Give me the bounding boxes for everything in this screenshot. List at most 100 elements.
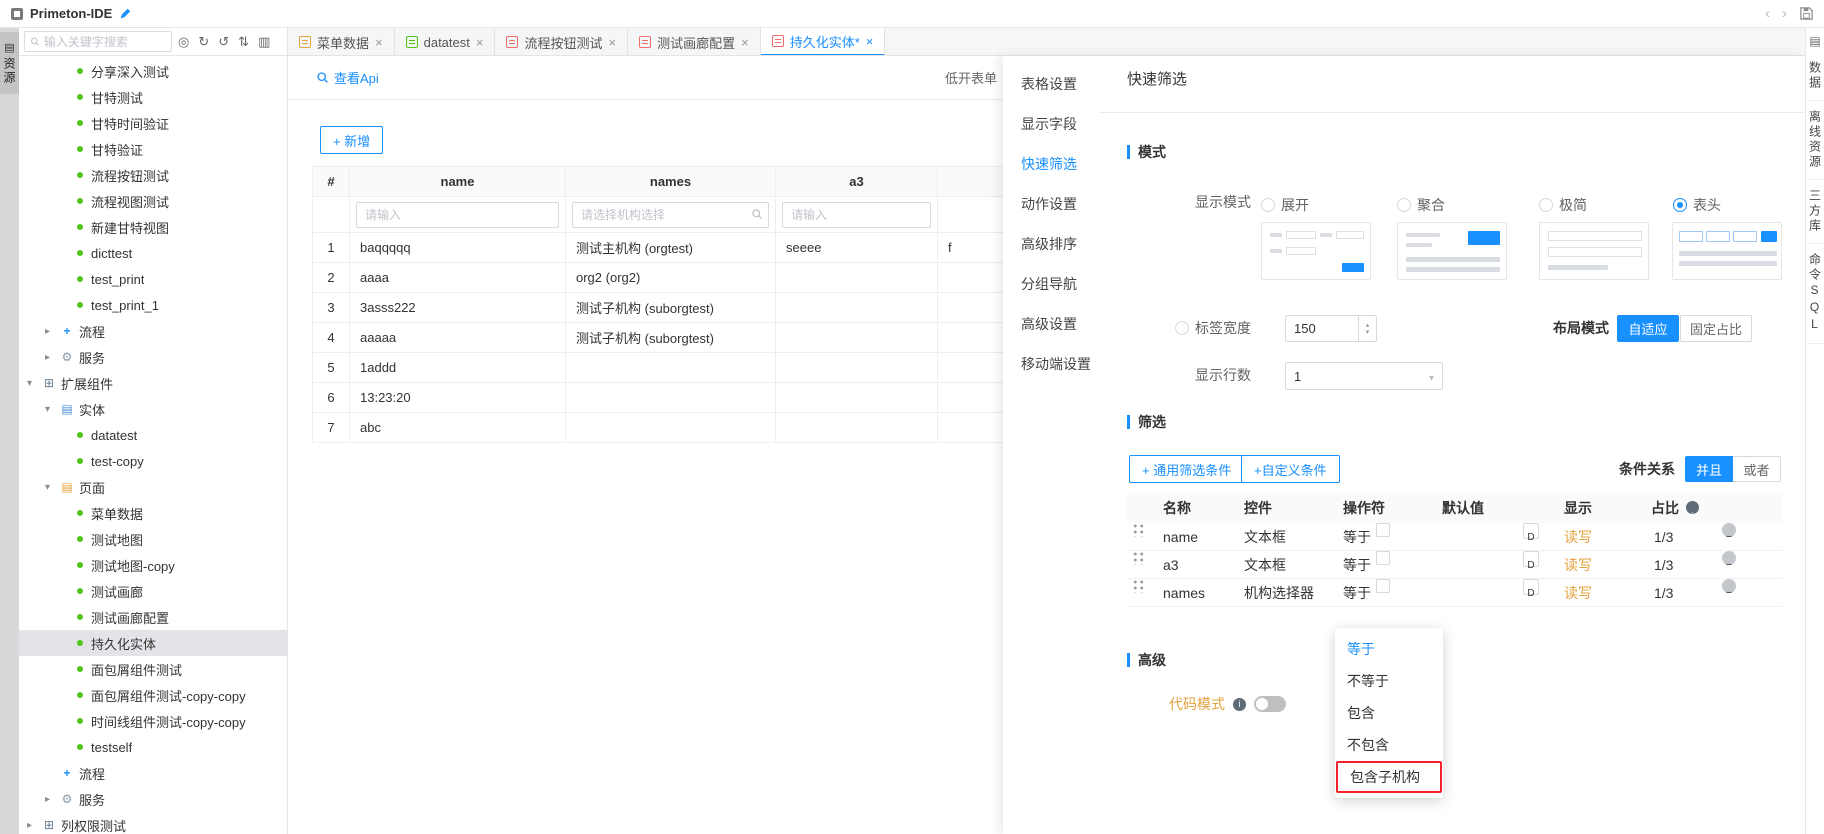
default-value-badge[interactable]: D bbox=[1523, 523, 1539, 539]
table-row[interactable]: 33asss222测试子机构 (suborgtest) bbox=[313, 293, 1088, 323]
radio-selected-icon[interactable] bbox=[1673, 198, 1687, 212]
name-filter-input[interactable] bbox=[356, 202, 559, 228]
rail-tab-resources[interactable]: 资源 bbox=[0, 32, 19, 94]
tree-branch-flow[interactable]: 流程 bbox=[19, 760, 287, 786]
tree-branch-extension[interactable]: 扩展组件 bbox=[19, 370, 287, 396]
edit-title-icon[interactable] bbox=[118, 7, 132, 21]
column-header[interactable]: a3 bbox=[776, 167, 938, 197]
close-tab-icon[interactable] bbox=[608, 35, 616, 50]
table-row[interactable]: 613:23:20 bbox=[313, 383, 1088, 413]
table-row[interactable]: 4aaaaa测试子机构 (suborgtest) bbox=[313, 323, 1088, 353]
menu-item-quick-filter[interactable]: 快速筛选 bbox=[1003, 144, 1099, 184]
remove-filter-icon[interactable] bbox=[1722, 579, 1736, 593]
menu-item-table-settings[interactable]: 表格设置 bbox=[1003, 64, 1099, 104]
relation-or-button[interactable]: 或者 bbox=[1733, 456, 1781, 482]
rail-tab-data[interactable]: 数据 bbox=[1807, 52, 1824, 101]
remove-filter-icon[interactable] bbox=[1722, 523, 1736, 537]
mode-thumb-expand[interactable] bbox=[1261, 222, 1371, 280]
tree-branch-service[interactable]: 服务 bbox=[19, 344, 287, 370]
info-icon[interactable] bbox=[1686, 501, 1699, 514]
close-tab-icon[interactable] bbox=[375, 35, 383, 50]
collapsed-arrow-icon[interactable] bbox=[27, 820, 41, 831]
operator-option-not-equals[interactable]: 不等于 bbox=[1335, 665, 1443, 697]
table-row[interactable]: 7abc bbox=[313, 413, 1088, 443]
checkbox-icon[interactable] bbox=[1376, 579, 1390, 593]
label-width-radio-icon[interactable] bbox=[1175, 321, 1189, 335]
display-mode-link[interactable]: 读写 bbox=[1564, 551, 1592, 579]
tree-item[interactable]: 测试画廊配置 bbox=[19, 604, 287, 630]
column-header[interactable]: # bbox=[313, 167, 350, 197]
table-row[interactable]: 2aaaaorg2 (org2) bbox=[313, 263, 1088, 293]
remove-filter-icon[interactable] bbox=[1722, 551, 1736, 565]
tree-item[interactable]: 流程按钮测试 bbox=[19, 162, 287, 188]
code-mode-toggle[interactable] bbox=[1254, 696, 1286, 712]
step-down-icon[interactable] bbox=[1366, 329, 1370, 336]
tree-branch-service[interactable]: 服务 bbox=[19, 786, 287, 812]
tree-item[interactable]: 甘特时间验证 bbox=[19, 110, 287, 136]
operator-option-contains[interactable]: 包含 bbox=[1335, 697, 1443, 729]
tree-search[interactable] bbox=[24, 31, 172, 52]
tree-item[interactable]: test_print_1 bbox=[19, 292, 287, 318]
display-mode-link[interactable]: 读写 bbox=[1564, 523, 1592, 551]
menu-item-group-nav[interactable]: 分组导航 bbox=[1003, 264, 1099, 304]
tree-item[interactable]: 菜单数据 bbox=[19, 500, 287, 526]
add-common-filter-button[interactable]: + 通用筛选条件 bbox=[1129, 455, 1244, 483]
expanded-arrow-icon[interactable] bbox=[27, 378, 41, 389]
mode-option-expand[interactable]: 展开 bbox=[1261, 195, 1309, 215]
menu-item-display-fields[interactable]: 显示字段 bbox=[1003, 104, 1099, 144]
radio-icon[interactable] bbox=[1397, 198, 1411, 212]
display-rows-select[interactable]: 1 bbox=[1285, 362, 1443, 390]
layout-option-fixed-ratio[interactable]: 固定占比 bbox=[1680, 315, 1752, 342]
tree-branch-entity[interactable]: 实体 bbox=[19, 396, 287, 422]
close-tab-icon[interactable] bbox=[476, 35, 484, 50]
collapsed-arrow-icon[interactable] bbox=[45, 352, 59, 363]
checkbox-icon[interactable] bbox=[1376, 523, 1390, 537]
tree-branch-column-permission[interactable]: 列权限测试 bbox=[19, 812, 287, 834]
radio-icon[interactable] bbox=[1261, 198, 1275, 212]
drag-handle-icon[interactable] bbox=[1132, 579, 1145, 593]
tree-item[interactable]: 测试地图-copy bbox=[19, 552, 287, 578]
mode-option-header[interactable]: 表头 bbox=[1673, 195, 1721, 215]
relation-and-button[interactable]: 并且 bbox=[1685, 456, 1733, 482]
rail-tab-offline-resources[interactable]: 离线资源 bbox=[1807, 101, 1824, 180]
column-header[interactable]: name bbox=[350, 167, 566, 197]
operator-option-include-sub-org-highlighted[interactable]: 包含子机构 bbox=[1336, 761, 1442, 793]
column-header[interactable]: names bbox=[566, 167, 776, 197]
tree-item-selected[interactable]: 持久化实体 bbox=[19, 630, 287, 656]
rail-tab-third-party-lib[interactable]: 三方库 bbox=[1807, 180, 1824, 244]
tree-item[interactable]: 新建甘特视图 bbox=[19, 214, 287, 240]
history-back-icon[interactable] bbox=[1765, 5, 1770, 22]
add-custom-filter-button[interactable]: +自定义条件 bbox=[1241, 455, 1340, 483]
view-api-link[interactable]: 查看Api bbox=[316, 68, 379, 87]
mode-option-minimal[interactable]: 极简 bbox=[1539, 195, 1587, 215]
expanded-arrow-icon[interactable] bbox=[45, 404, 59, 415]
names-filter-input[interactable] bbox=[572, 202, 769, 228]
mode-thumb-minimal[interactable] bbox=[1539, 222, 1649, 280]
tree-item[interactable]: 面包屑组件测试 bbox=[19, 656, 287, 682]
collapsed-arrow-icon[interactable] bbox=[45, 326, 59, 337]
operator-select[interactable]: 等于 bbox=[1343, 579, 1371, 607]
menu-item-mobile-settings[interactable]: 移动端设置 bbox=[1003, 344, 1099, 384]
tree-item[interactable]: 测试画廊 bbox=[19, 578, 287, 604]
label-width-stepper[interactable] bbox=[1285, 315, 1377, 342]
radio-icon[interactable] bbox=[1539, 198, 1553, 212]
expanded-arrow-icon[interactable] bbox=[45, 482, 59, 493]
editor-tab[interactable]: 菜单数据 bbox=[288, 28, 395, 55]
tree-item[interactable]: 甘特测试 bbox=[19, 84, 287, 110]
editor-tab[interactable]: datatest bbox=[395, 28, 496, 55]
tree-item[interactable]: dicttest bbox=[19, 240, 287, 266]
tree-search-input[interactable] bbox=[44, 35, 166, 49]
close-tab-icon[interactable] bbox=[741, 35, 749, 50]
operator-option-equals[interactable]: 等于 bbox=[1335, 633, 1443, 665]
rail-tab-command-sql[interactable]: 命令SQL bbox=[1807, 244, 1824, 344]
tree-branch-flow[interactable]: 流程 bbox=[19, 318, 287, 344]
reset-icon[interactable] bbox=[218, 34, 229, 50]
info-icon[interactable] bbox=[1233, 698, 1246, 711]
layout-option-adaptive[interactable]: 自适应 bbox=[1617, 315, 1679, 342]
tree-item[interactable]: 测试地图 bbox=[19, 526, 287, 552]
add-record-button[interactable]: + 新增 bbox=[320, 126, 383, 154]
drag-handle-icon[interactable] bbox=[1132, 551, 1145, 565]
tree-branch-page[interactable]: 页面 bbox=[19, 474, 287, 500]
table-row[interactable]: 51addd bbox=[313, 353, 1088, 383]
tree-item[interactable]: 时间线组件测试-copy-copy bbox=[19, 708, 287, 734]
